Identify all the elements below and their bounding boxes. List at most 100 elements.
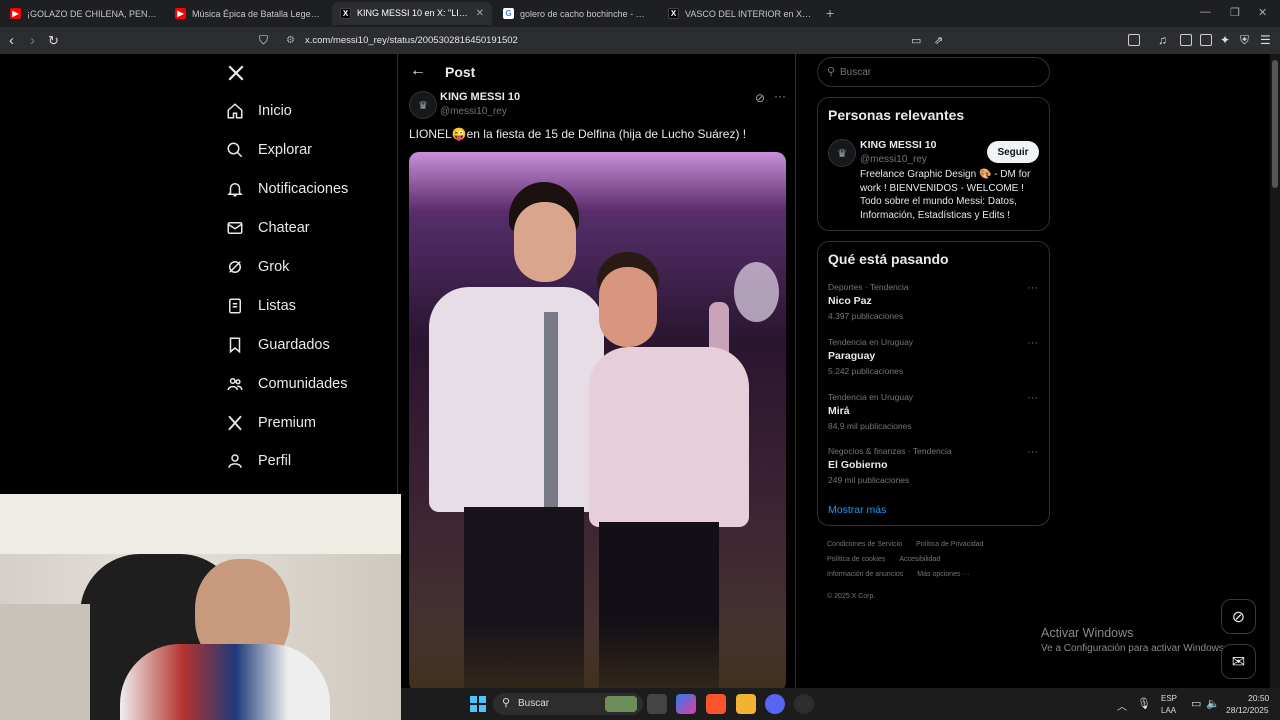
obs-icon[interactable] — [794, 694, 814, 714]
search-placeholder: Buscar — [840, 67, 872, 78]
nav-item-listas[interactable]: Listas — [226, 297, 296, 315]
tab-title: VASCO DEL INTERIOR en X: "El golero — [685, 8, 812, 19]
share-icon[interactable]: ⇗ — [934, 34, 943, 47]
footer-link[interactable]: Política de Privacidad — [916, 541, 983, 548]
more-options-icon[interactable]: ··· — [774, 89, 786, 103]
browser-tab-active[interactable]: X KING MESSI 10 en X: "LIONEL😜 ✕ — [332, 2, 492, 25]
search-box[interactable]: ⚲ Buscar — [817, 57, 1050, 87]
copilot-icon[interactable] — [676, 694, 696, 714]
more-options-icon[interactable]: ··· — [1027, 282, 1038, 294]
browser-tab[interactable]: G golero de cacho bochinche - Buscar — [495, 2, 658, 25]
clock-time[interactable]: 20:50 — [1248, 693, 1269, 703]
trend-context: Deportes · Tendencia — [828, 282, 909, 292]
browser-tab[interactable]: X VASCO DEL INTERIOR en X: "El golero — [660, 2, 820, 25]
chevron-up-icon[interactable]: ︿ — [1117, 698, 1127, 713]
trend-item[interactable]: Negocios & finanzas · Tendencia El Gobie… — [828, 446, 1038, 485]
file-explorer-icon[interactable] — [736, 694, 756, 714]
back-arrow-icon[interactable]: ← — [410, 62, 426, 80]
person-icon — [228, 454, 242, 468]
back-icon[interactable]: ‹ — [9, 32, 14, 49]
windows-start-icon[interactable] — [470, 696, 486, 712]
nav-item-explorar[interactable]: Explorar — [226, 141, 312, 159]
footer-link[interactable]: Accesibilidad — [899, 556, 940, 563]
nav-item-comunidades[interactable]: Comunidades — [226, 375, 347, 393]
nav-item-guardados[interactable]: Guardados — [226, 336, 330, 354]
vpn-icon[interactable]: ⛨ — [1240, 33, 1249, 48]
nav-item-premium[interactable]: Premium — [226, 414, 316, 432]
taskbar-search[interactable]: ⚲ Buscar — [493, 693, 643, 715]
trend-count: 249 mil publicaciones — [828, 475, 910, 485]
grok-icon[interactable]: ⊘ — [755, 91, 765, 105]
post-header: Post — [445, 64, 476, 80]
reload-icon[interactable]: ↻ — [48, 33, 59, 49]
close-tab-icon[interactable]: ✕ — [476, 8, 484, 19]
screenshot-icon[interactable] — [1128, 34, 1140, 46]
trend-name: El Gobierno — [828, 459, 888, 471]
grok-float-button[interactable]: ⊘ — [1221, 599, 1256, 634]
nav-label: Notificaciones — [258, 181, 349, 197]
brave-icon[interactable] — [706, 694, 726, 714]
minimize-icon[interactable]: — — [1200, 6, 1211, 18]
more-options-icon[interactable]: ··· — [1027, 446, 1038, 458]
search-icon: ⚲ — [502, 697, 511, 709]
url-field[interactable]: x.com/messi10_rey/status/200530281645019… — [305, 35, 518, 46]
avatar[interactable]: ♛ — [409, 91, 437, 119]
nav-item-notificaciones[interactable]: Notificaciones — [226, 180, 348, 198]
more-options-icon[interactable]: ··· — [1027, 337, 1038, 349]
network-icon[interactable]: ▭ — [1191, 697, 1201, 710]
nav-item-inicio[interactable]: Inicio — [226, 102, 292, 120]
show-more-link[interactable]: Mostrar más — [828, 504, 886, 516]
music-icon[interactable]: ♫ — [1158, 33, 1167, 47]
tab-title: golero de cacho bochinche - Buscar — [520, 8, 650, 19]
browser-tab[interactable]: ▶ ¡GOLAZO DE CHILENA, PENALES Y EL — [2, 2, 165, 25]
site-info-icon[interactable]: ⚙ — [286, 35, 295, 46]
more-options-icon[interactable]: ··· — [1027, 392, 1038, 404]
trend-item[interactable]: Tendencia en Uruguay Paraguay 5.242 publ… — [828, 337, 1038, 376]
nav-item-perfil[interactable]: Perfil — [226, 452, 291, 470]
nav-item-chatear[interactable]: Chatear — [226, 219, 310, 237]
taskbar-search-label: Buscar — [518, 698, 550, 709]
new-tab-icon[interactable]: + — [826, 5, 834, 21]
leo-ai-icon[interactable]: ✦ — [1220, 33, 1230, 47]
relevant-name[interactable]: KING MESSI 10 — [860, 139, 936, 151]
avatar[interactable]: ♛ — [828, 139, 856, 167]
discord-icon[interactable] — [765, 694, 785, 714]
restore-icon[interactable]: ❐ — [1230, 6, 1240, 19]
author-handle[interactable]: @messi10_rey — [440, 106, 507, 117]
browser-tab[interactable]: ▶ Música Épica de Batalla Legendaria | — [167, 2, 330, 25]
task-view-icon[interactable] — [647, 694, 667, 714]
scrollbar-thumb[interactable] — [1272, 60, 1278, 188]
trend-item[interactable]: Deportes · Tendencia Nico Paz 4.397 publ… — [828, 282, 1038, 321]
search-icon — [227, 142, 243, 158]
author-name[interactable]: KING MESSI 10 — [440, 91, 520, 103]
sidebar-icon[interactable] — [1180, 34, 1192, 46]
bookmark-icon[interactable]: ⛉ — [259, 33, 268, 48]
scrollbar[interactable] — [1270, 54, 1280, 720]
forward-icon[interactable]: › — [30, 32, 35, 49]
person-shirt — [429, 287, 604, 512]
wall — [0, 494, 401, 554]
nav-item-grok[interactable]: Grok — [226, 258, 289, 276]
wallet-icon[interactable] — [1200, 34, 1212, 46]
footer-link[interactable]: Información de anuncios — [827, 571, 903, 578]
relevant-bio: Freelance Graphic Design 🎨 - DM for work… — [860, 169, 1031, 221]
footer-link[interactable]: Condiciones de Servicio — [827, 541, 902, 548]
menu-icon[interactable]: ☰ — [1260, 33, 1271, 47]
language-indicator[interactable]: ESP — [1161, 694, 1177, 703]
follow-button[interactable]: Seguir — [987, 141, 1039, 163]
post-column: ← Post ♛ KING MESSI 10 @messi10_rey ⊘ ··… — [397, 54, 796, 720]
post-photo[interactable] — [409, 152, 786, 692]
trend-item[interactable]: Tendencia en Uruguay Mirá 84,9 mil publi… — [828, 392, 1038, 431]
close-window-icon[interactable]: ✕ — [1258, 6, 1267, 19]
cast-icon[interactable]: ▭ — [911, 34, 921, 47]
trend-name: Mirá — [828, 405, 850, 417]
trend-count: 84,9 mil publicaciones — [828, 421, 912, 431]
volume-icon[interactable]: 🔈 — [1206, 697, 1220, 710]
footer-link[interactable]: Política de cookies — [827, 556, 885, 563]
clock-date[interactable]: 28/12/2025 — [1226, 705, 1269, 715]
messages-float-button[interactable]: ✉ — [1221, 644, 1256, 679]
x-logo-icon[interactable] — [227, 64, 245, 82]
footer-link[interactable]: Más opciones ··· — [917, 571, 969, 578]
microphone-icon[interactable]: 🎙 — [1137, 697, 1151, 710]
relevant-handle[interactable]: @messi10_rey — [860, 154, 927, 165]
